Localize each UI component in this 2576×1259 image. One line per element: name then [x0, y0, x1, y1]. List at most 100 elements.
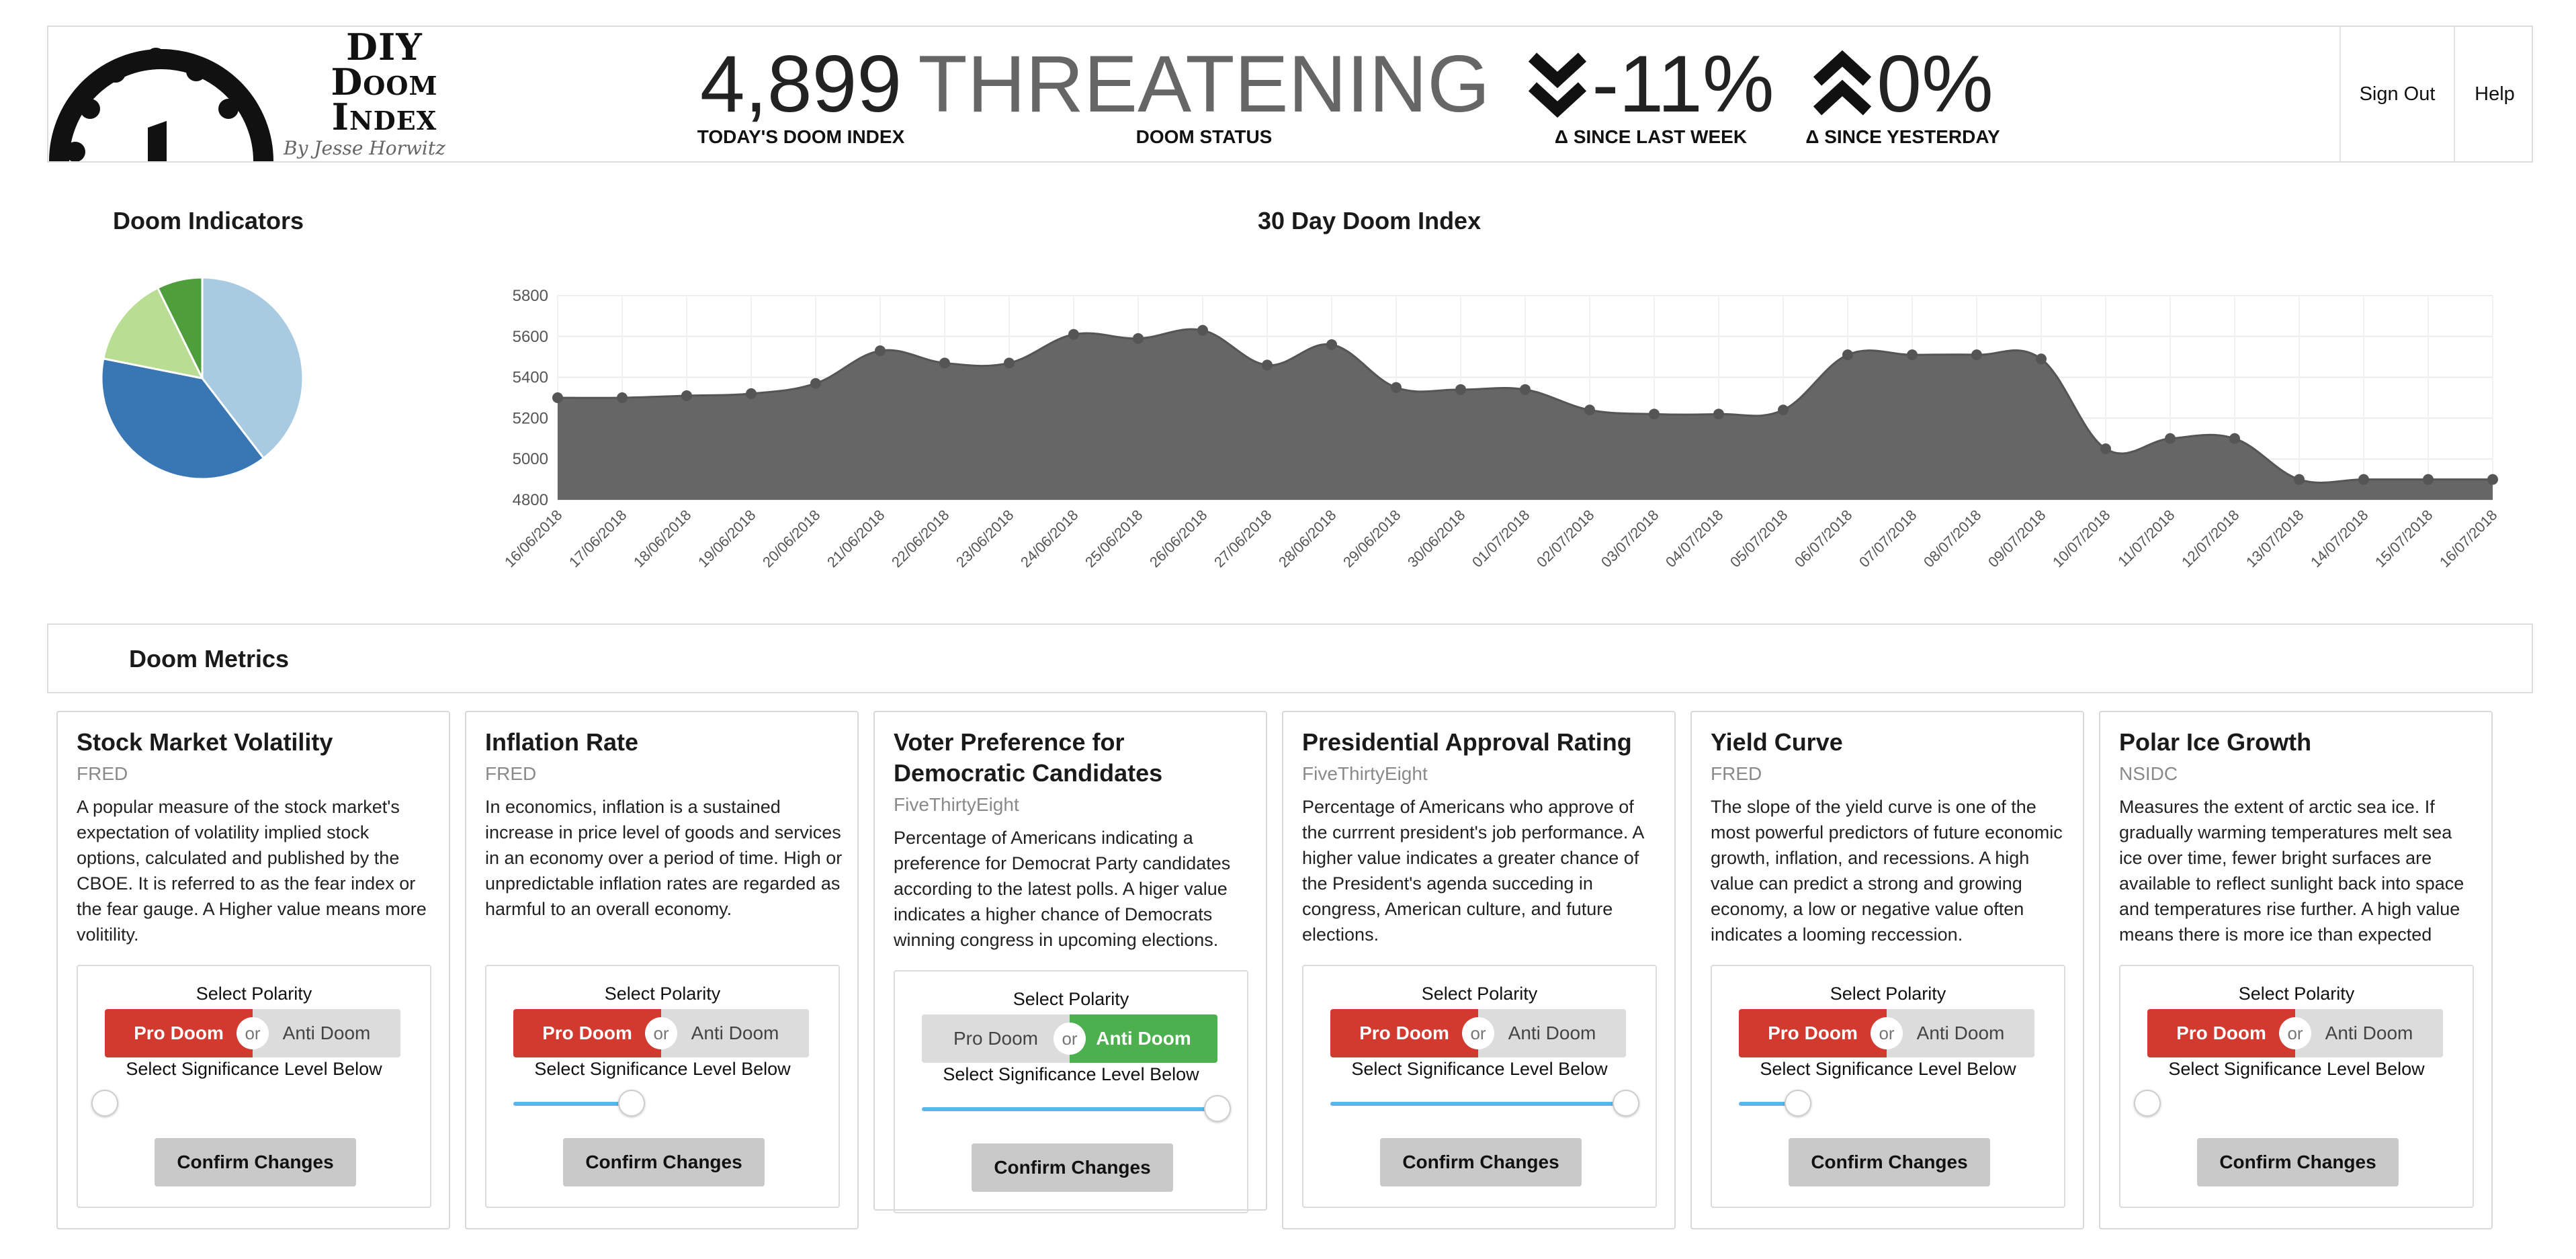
data-point[interactable]	[1262, 359, 1273, 371]
data-point[interactable]	[1520, 384, 1531, 395]
data-point[interactable]	[1713, 408, 1724, 420]
slider-thumb[interactable]	[1204, 1095, 1231, 1122]
header-bar: DIY Doom Index By Jesse Horwitz 4,899 TO…	[47, 26, 2533, 163]
data-point[interactable]	[552, 392, 563, 403]
metric-controls: Select Polarity Pro Doom Anti Doom or Select…	[1302, 965, 1657, 1208]
or-divider: or	[2279, 1017, 2311, 1049]
significance-slider[interactable]	[1739, 1090, 2034, 1117]
data-point[interactable]	[681, 390, 692, 401]
polarity-toggle[interactable]: Pro Doom Anti Doom or	[1739, 1009, 2034, 1057]
data-point[interactable]	[2487, 474, 2498, 485]
help-link[interactable]: Help	[2454, 27, 2532, 161]
polarity-toggle[interactable]: Pro Doom Anti Doom or	[1330, 1009, 1626, 1057]
data-point[interactable]	[1326, 339, 1337, 350]
data-point[interactable]	[1907, 349, 1918, 361]
data-point[interactable]	[1391, 382, 1402, 393]
data-point[interactable]	[617, 392, 628, 403]
data-point[interactable]	[1584, 404, 1595, 416]
or-divider: or	[1871, 1017, 1903, 1049]
data-point[interactable]	[746, 388, 757, 399]
data-point[interactable]	[2229, 433, 2240, 444]
doom-indicators-pie-chart[interactable]	[98, 274, 306, 482]
anti-doom-button[interactable]: Anti Doom	[661, 1009, 809, 1057]
anti-doom-button[interactable]: Anti Doom	[2295, 1009, 2443, 1057]
or-divider: or	[1054, 1023, 1086, 1055]
x-tick-label: 08/07/2018	[1920, 507, 1985, 571]
data-point[interactable]	[939, 357, 950, 369]
data-point[interactable]	[1649, 408, 1660, 420]
data-point[interactable]	[2294, 474, 2305, 485]
confirm-changes-button[interactable]: Confirm Changes	[155, 1138, 356, 1186]
x-tick-label: 17/06/2018	[566, 507, 630, 571]
metric-card: Presidential Approval Rating FiveThirtyEi…	[1282, 711, 1676, 1229]
or-divider: or	[237, 1017, 269, 1049]
anti-doom-button[interactable]: Anti Doom	[1478, 1009, 1626, 1057]
significance-slider[interactable]	[513, 1090, 809, 1117]
pro-doom-button[interactable]: Pro Doom	[1330, 1009, 1478, 1057]
slider-thumb[interactable]	[618, 1090, 645, 1117]
data-point[interactable]	[810, 378, 821, 389]
significance-label: Select Significance Level Below	[126, 1059, 382, 1079]
metric-card: Yield Curve FRED The slope of the yield cu…	[1690, 711, 2084, 1229]
pro-doom-button[interactable]: Pro Doom	[105, 1009, 253, 1057]
data-point[interactable]	[2423, 474, 2434, 485]
data-point[interactable]	[2100, 443, 2111, 454]
logo-line-2: Doom	[331, 60, 438, 103]
significance-slider[interactable]	[91, 1090, 400, 1117]
polarity-toggle[interactable]: Pro Doom Anti Doom or	[922, 1014, 1217, 1063]
doom-status-label: DOOM STATUS	[1135, 126, 1273, 147]
metric-description: The slope of the yield curve is one of t…	[1711, 797, 2063, 945]
polarity-toggle[interactable]: Pro Doom Anti Doom or	[2147, 1009, 2443, 1057]
x-tick-label: 23/06/2018	[953, 507, 1017, 571]
slider-thumb[interactable]	[2134, 1090, 2161, 1117]
slider-thumb[interactable]	[1613, 1090, 1639, 1117]
x-tick-label: 04/07/2018	[1662, 507, 1727, 571]
slider-thumb[interactable]	[1785, 1090, 1811, 1117]
pro-doom-button[interactable]: Pro Doom	[513, 1009, 661, 1057]
data-point[interactable]	[1842, 349, 1853, 361]
data-point[interactable]	[875, 345, 886, 357]
significance-slider[interactable]	[922, 1095, 1231, 1122]
or-divider: or	[645, 1017, 677, 1049]
x-tick-label: 06/07/2018	[1791, 507, 1856, 571]
confirm-changes-button[interactable]: Confirm Changes	[1380, 1138, 1582, 1186]
anti-doom-button[interactable]: Anti Doom	[1070, 1014, 1217, 1063]
data-point[interactable]	[2036, 353, 2047, 365]
metric-controls: Select Polarity Pro Doom Anti Doom or Select…	[485, 965, 840, 1208]
anti-doom-button[interactable]: Anti Doom	[253, 1009, 400, 1057]
doom-index-area-chart[interactable]: 4800 5000 5200 5400 5600 5800 16/06/2018 17/06/…	[484, 269, 2506, 605]
sign-out-link[interactable]: Sign Out	[2339, 27, 2454, 161]
x-tick-label: 16/06/2018	[501, 507, 566, 571]
data-point[interactable]	[1133, 333, 1144, 344]
pro-doom-button[interactable]: Pro Doom	[1739, 1009, 1887, 1057]
data-point[interactable]	[1778, 404, 1789, 416]
significance-slider[interactable]	[2134, 1090, 2443, 1117]
confirm-changes-button[interactable]: Confirm Changes	[563, 1138, 765, 1186]
confirm-changes-button[interactable]: Confirm Changes	[2197, 1138, 2399, 1186]
data-point[interactable]	[1971, 349, 1982, 361]
polarity-toggle[interactable]: Pro Doom Anti Doom or	[513, 1009, 809, 1057]
double-chevron-down-icon	[1529, 52, 1587, 118]
metric-title: Yield Curve	[1711, 728, 1843, 756]
pro-doom-button[interactable]: Pro Doom	[2147, 1009, 2295, 1057]
x-tick-label: 22/06/2018	[888, 507, 953, 571]
app-logo-title[interactable]: DIY Doom Index	[273, 29, 495, 135]
doom-index-chart-title: 30 Day Doom Index	[1258, 207, 1482, 234]
confirm-changes-button[interactable]: Confirm Changes	[972, 1143, 1173, 1192]
data-point[interactable]	[1068, 329, 1079, 340]
anti-doom-button[interactable]: Anti Doom	[1887, 1009, 2034, 1057]
data-point[interactable]	[2165, 433, 2176, 444]
polarity-toggle[interactable]: Pro Doom Anti Doom or	[105, 1009, 400, 1057]
y-tick-label: 5400	[513, 369, 548, 387]
metric-source: FiveThirtyEight	[894, 794, 1019, 815]
pro-doom-button[interactable]: Pro Doom	[922, 1014, 1070, 1063]
day-change-stat: 0% Δ SINCE YESTERDAY	[1768, 40, 2037, 148]
data-point[interactable]	[1197, 324, 1208, 336]
x-tick-label: 10/07/2018	[2049, 507, 2114, 571]
slider-thumb[interactable]	[91, 1090, 118, 1117]
data-point[interactable]	[1004, 357, 1015, 369]
data-point[interactable]	[1455, 384, 1466, 395]
confirm-changes-button[interactable]: Confirm Changes	[1789, 1138, 1990, 1186]
data-point[interactable]	[2358, 474, 2369, 485]
significance-slider[interactable]	[1330, 1090, 1639, 1117]
